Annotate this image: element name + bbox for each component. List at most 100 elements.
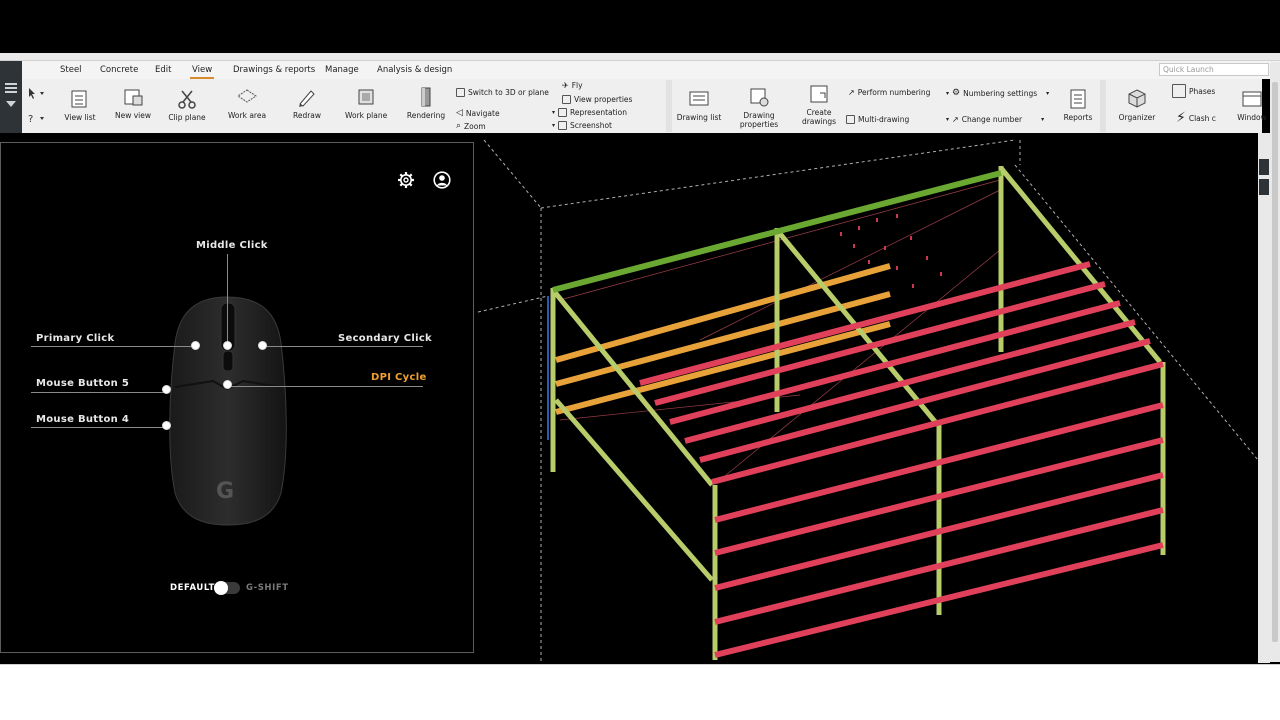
side-panel-strip — [1258, 133, 1270, 663]
fly-label: Fly — [571, 81, 583, 90]
default-mode-label[interactable]: DEFAULT — [170, 583, 215, 593]
secondary-click-label[interactable]: Secondary Click — [338, 333, 432, 344]
multi-drawing-icon — [846, 115, 855, 124]
menu-edit[interactable]: Edit — [155, 65, 171, 75]
callout-line — [31, 392, 166, 393]
numbering-settings-label: Numbering settings — [963, 88, 1038, 98]
screenshot-label: Screenshot — [570, 121, 612, 130]
navigate-icon: ◁ — [456, 108, 463, 118]
menu-drawings-reports[interactable]: Drawings & reports — [233, 65, 315, 75]
svg-text:G: G — [216, 479, 234, 504]
numbering-settings-button[interactable]: ▾ ⚙ Numbering settings ▾ — [946, 88, 1049, 98]
work-area-icon — [237, 89, 257, 103]
multi-drawing-button[interactable]: Multi-drawing — [846, 115, 909, 124]
perform-numbering-button[interactable]: ↗ Perform numbering — [848, 88, 930, 97]
view-list-label: View list — [64, 113, 96, 122]
model-viewport[interactable] — [474, 133, 1259, 664]
perform-numbering-label: Perform numbering — [857, 88, 931, 97]
rendering-label: Rendering — [406, 111, 446, 120]
rendering-button[interactable]: Rendering — [406, 86, 446, 120]
menu-manage[interactable]: Manage — [325, 65, 359, 75]
vertical-scrollbar[interactable] — [1270, 62, 1280, 662]
view-properties-button[interactable]: View properties — [562, 95, 632, 104]
user-profile-icon[interactable] — [433, 171, 451, 189]
drawing-list-label: Drawing list — [676, 113, 722, 122]
drawing-properties-icon — [750, 88, 769, 107]
redraw-button[interactable]: Redraw — [291, 86, 323, 120]
menu-analysis-design[interactable]: Analysis & design — [377, 65, 452, 75]
switch-3d-button[interactable]: Switch to 3D or plane — [456, 88, 549, 97]
create-drawings-button[interactable]: Create drawings — [800, 83, 838, 126]
title-bar — [0, 53, 1280, 61]
dpi-cycle-label[interactable]: DPI Cycle — [371, 372, 427, 383]
dpi-cycle-hotspot[interactable] — [223, 380, 232, 389]
rendering-icon — [421, 87, 431, 107]
side-panel-tab[interactable] — [1259, 179, 1269, 195]
new-view-button[interactable]: New view — [115, 86, 151, 120]
side-panel-tab[interactable] — [1259, 159, 1269, 175]
gear-icon: ⚙ — [952, 88, 961, 98]
scrollbar-thumb[interactable] — [1272, 82, 1278, 642]
fly-icon: ✈ — [562, 81, 569, 90]
phases-icon — [1172, 84, 1186, 98]
screenshot-button[interactable]: ▾ Screenshot — [552, 121, 612, 130]
clash-check-button[interactable]: ⚡ Clash c — [1176, 110, 1216, 126]
clip-plane-button[interactable]: Clip plane — [168, 88, 206, 122]
gshift-toggle[interactable] — [214, 581, 240, 595]
app-window: Steel Concrete Edit View Drawings & repo… — [0, 0, 1280, 720]
dropdown-arrow-icon[interactable] — [6, 101, 16, 107]
fly-button[interactable]: ✈ Fly — [562, 81, 583, 90]
numbering-icon: ↗ — [848, 88, 855, 97]
drawing-properties-button[interactable]: Drawing properties — [738, 86, 780, 129]
hamburger-menu-icon[interactable] — [5, 83, 17, 93]
organizer-button[interactable]: Organizer — [1117, 88, 1157, 122]
primary-click-hotspot[interactable] — [191, 341, 200, 350]
view-properties-label: View properties — [574, 95, 633, 104]
ribbon-separator — [1100, 80, 1106, 132]
drawing-list-button[interactable]: Drawing list — [676, 88, 722, 122]
switch-3d-icon — [456, 88, 465, 97]
mouse-button-5-hotspot[interactable] — [162, 385, 171, 394]
new-view-icon — [124, 89, 143, 106]
primary-click-label[interactable]: Primary Click — [36, 333, 114, 344]
view-list-icon — [71, 90, 87, 108]
secondary-click-hotspot[interactable] — [258, 341, 267, 350]
lightning-icon: ⚡ — [1176, 110, 1186, 126]
gshift-mode-label[interactable]: G-SHIFT — [246, 583, 289, 593]
scissors-icon — [178, 90, 196, 109]
work-area-label: Work area — [227, 111, 267, 120]
reports-button[interactable]: Reports — [1062, 88, 1094, 122]
work-plane-icon — [358, 89, 374, 105]
dropdown-arrow-icon: ▾ — [552, 109, 556, 116]
organizer-label: Organizer — [1118, 113, 1156, 122]
new-view-label: New view — [115, 111, 152, 120]
window-button[interactable]: Window — [1236, 88, 1268, 122]
mouse-button-4-label[interactable]: Mouse Button 4 — [36, 414, 129, 425]
menu-steel[interactable]: Steel — [60, 65, 82, 75]
representation-button[interactable]: ▾ Representation — [552, 108, 627, 117]
status-bar — [0, 664, 1280, 720]
middle-click-label[interactable]: Middle Click — [196, 240, 268, 251]
menu-concrete[interactable]: Concrete — [100, 65, 138, 75]
quick-launch-input[interactable]: Quick Launch — [1159, 63, 1269, 76]
representation-icon — [558, 108, 568, 117]
window-label: Window — [1237, 113, 1267, 122]
phases-button[interactable]: Phases — [1172, 84, 1215, 98]
dropdown-arrow-icon: ▾ — [1046, 89, 1050, 97]
navigate-button[interactable]: ◁ Navigate — [456, 108, 500, 118]
middle-click-hotspot[interactable] — [223, 341, 232, 350]
view-list-button[interactable]: View list — [64, 88, 96, 122]
gear-icon[interactable] — [397, 171, 415, 189]
work-area-button[interactable]: Work area — [227, 86, 267, 120]
mouse-button-5-label[interactable]: Mouse Button 5 — [36, 378, 129, 389]
screenshot-icon — [558, 121, 568, 130]
mouse-button-4-hotspot[interactable] — [162, 421, 171, 430]
representation-label: Representation — [570, 108, 627, 117]
select-tool-icon[interactable]: ? — [26, 86, 46, 126]
dropdown-arrow-icon: ▾ — [552, 122, 556, 129]
menu-view[interactable]: View — [189, 65, 215, 79]
zoom-button[interactable]: ⌕ Zoom — [456, 121, 486, 131]
work-plane-button[interactable]: Work plane — [345, 86, 387, 120]
window-icon — [1242, 91, 1262, 107]
change-number-button[interactable]: ▾ ↗ Change number ▾ — [946, 115, 1044, 124]
